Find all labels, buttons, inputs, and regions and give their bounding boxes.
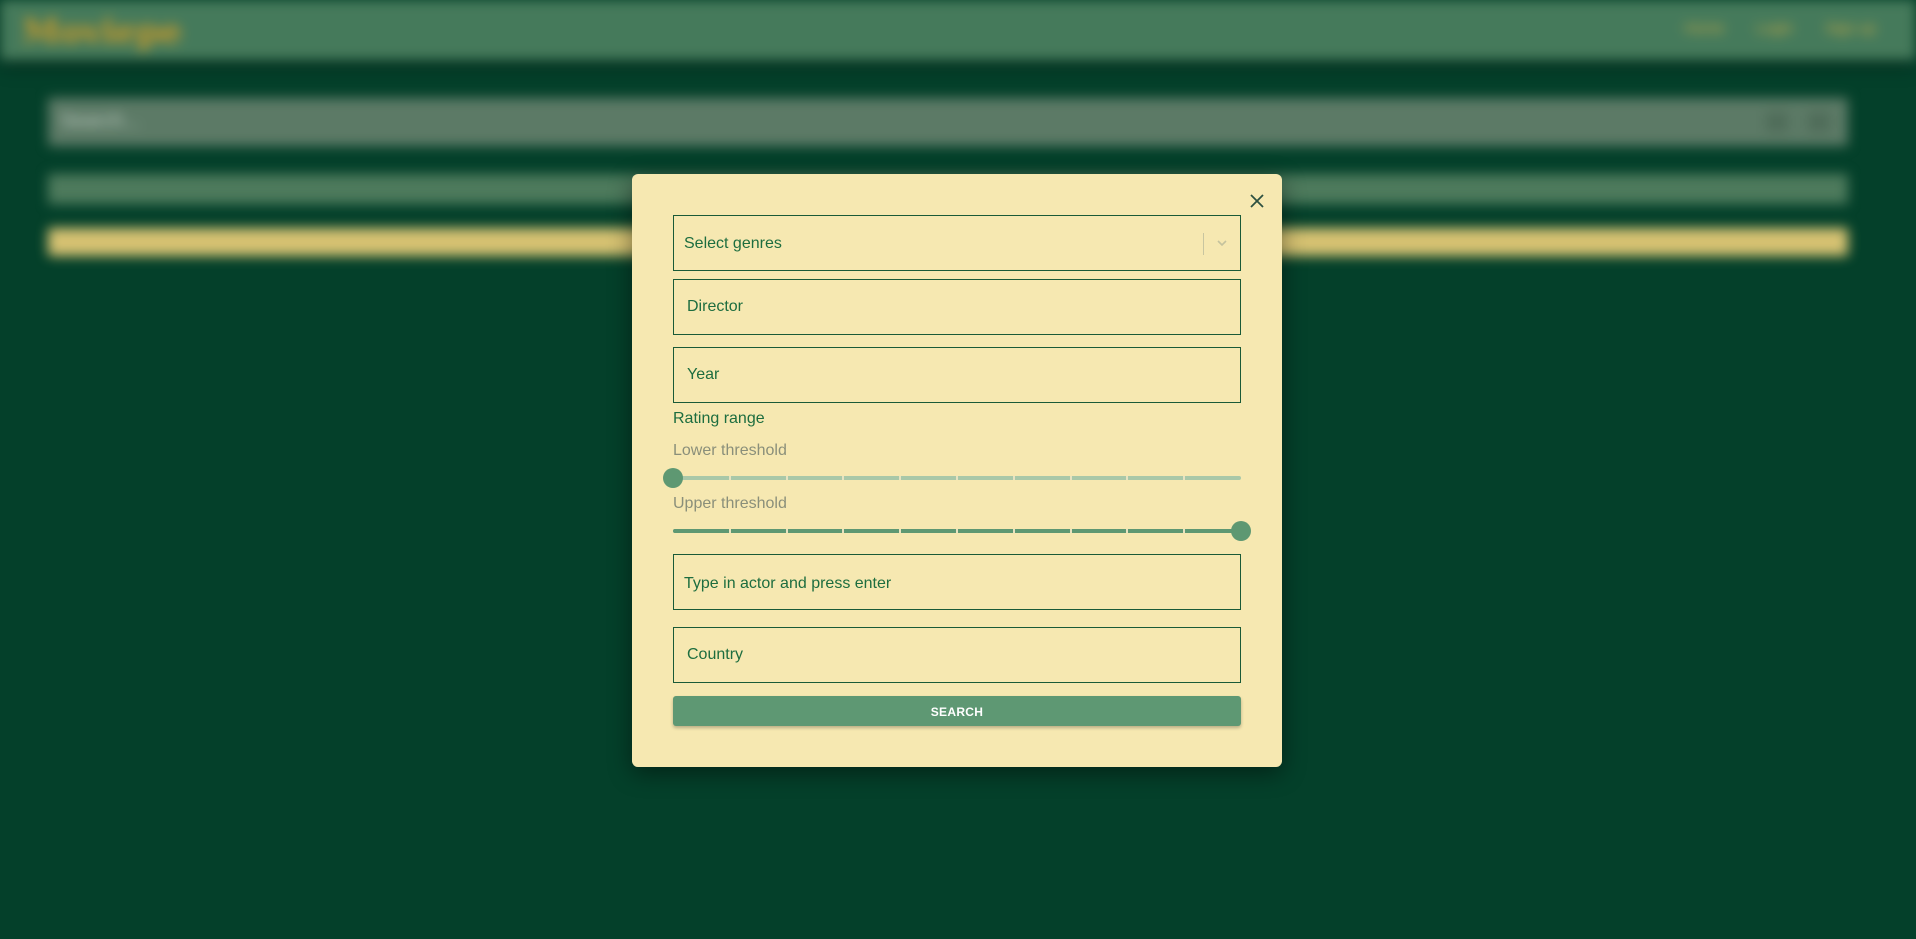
logo: Moviepe: [22, 12, 183, 52]
slider-tick: [785, 529, 788, 533]
slider-tick: [899, 476, 902, 480]
lower-threshold-label: Lower threshold: [673, 442, 787, 459]
slider-tick: [1126, 529, 1129, 533]
country-placeholder: Country: [687, 646, 744, 663]
year-placeholder: Year: [687, 366, 720, 383]
nav-link-login[interactable]: Login: [1756, 20, 1793, 37]
slider-tick: [1012, 529, 1015, 533]
slider-tick: [1183, 529, 1186, 533]
slider-tick: [785, 476, 788, 480]
search-modal: Select genres Director Year Rating range…: [632, 174, 1282, 767]
background-search-bar: Search...: [48, 98, 1848, 146]
slider-tick: [1069, 476, 1072, 480]
navbar: Moviepe Home Login Sign up: [0, 0, 1916, 60]
slider-thumb[interactable]: [663, 468, 683, 488]
select-separator: [1203, 233, 1204, 255]
year-field[interactable]: Year: [673, 347, 1241, 403]
slider-tick: [1012, 476, 1015, 480]
background-filter-icon: [1766, 112, 1788, 132]
close-button[interactable]: [1244, 188, 1270, 214]
lower-threshold-slider[interactable]: [663, 468, 1241, 488]
slider-tick: [956, 476, 958, 480]
slider-tick: [956, 529, 958, 533]
chevron-down-icon[interactable]: [1215, 236, 1229, 255]
slider-tick: [1126, 476, 1129, 480]
background-search-icon: [1808, 112, 1830, 132]
director-field[interactable]: Director: [673, 279, 1241, 335]
search-button[interactable]: SEARCH: [673, 696, 1241, 726]
actor-input[interactable]: Type in actor and press enter: [673, 554, 1241, 610]
slider-tick: [1183, 476, 1186, 480]
slider-tick: [728, 529, 731, 533]
actor-placeholder: Type in actor and press enter: [684, 575, 892, 592]
slider-tick: [1069, 529, 1072, 533]
slider-tick: [842, 529, 845, 533]
genres-select[interactable]: Select genres: [673, 215, 1241, 271]
slider-tick: [842, 476, 845, 480]
upper-threshold-slider[interactable]: [673, 521, 1251, 541]
rating-range-label: Rating range: [673, 410, 765, 427]
background-search-text: Search...: [60, 110, 141, 132]
close-icon: [1250, 194, 1264, 208]
slider-thumb[interactable]: [1231, 521, 1251, 541]
nav-link-signup[interactable]: Sign up: [1825, 20, 1876, 37]
director-placeholder: Director: [687, 298, 744, 315]
nav-link-home[interactable]: Home: [1684, 20, 1724, 37]
slider-tick: [899, 529, 902, 533]
genres-placeholder: Select genres: [684, 235, 782, 252]
country-field[interactable]: Country: [673, 627, 1241, 683]
slider-tick: [728, 476, 731, 480]
nav-links: Home Login Sign up: [1684, 20, 1876, 37]
upper-threshold-label: Upper threshold: [673, 495, 787, 512]
